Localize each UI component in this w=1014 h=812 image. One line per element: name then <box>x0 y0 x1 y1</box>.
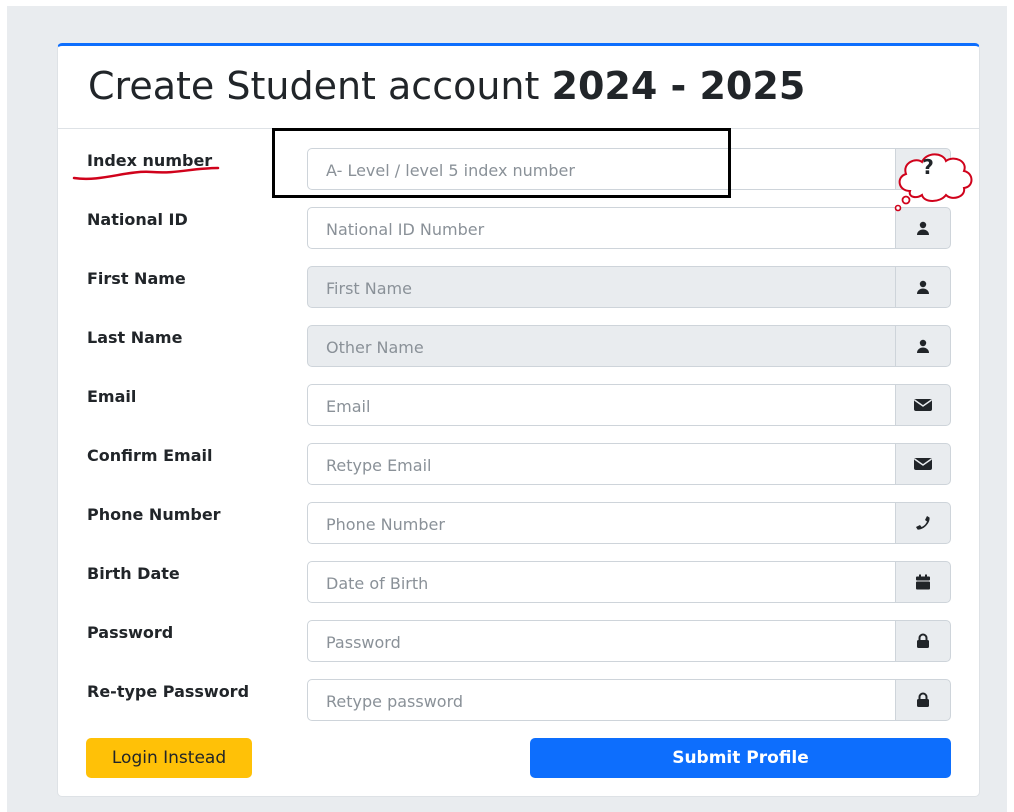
user-icon <box>895 266 951 308</box>
login-instead-button[interactable]: Login Instead <box>86 738 252 778</box>
field-label: Last Name <box>87 328 183 347</box>
field-label: Re-type Password <box>87 682 250 701</box>
lock-icon <box>895 620 951 662</box>
national-id-input[interactable]: National ID Number <box>307 207 896 249</box>
field-label: Password <box>87 623 174 642</box>
field-row-national-id: National ID National ID Number <box>58 207 979 249</box>
retype-password-input[interactable]: Retype password <box>307 679 896 721</box>
lock-icon <box>895 679 951 721</box>
field-label: First Name <box>87 269 186 288</box>
page-title: Create Student account 2024 - 2025 <box>88 64 805 108</box>
phone-number-input[interactable]: Phone Number <box>307 502 896 544</box>
field-row-birth-date: Birth Date Date of Birth <box>58 561 979 603</box>
email-input[interactable]: Email <box>307 384 896 426</box>
phone-icon <box>895 502 951 544</box>
birth-date-input[interactable]: Date of Birth <box>307 561 896 603</box>
title-year: 2024 - 2025 <box>551 64 806 108</box>
field-row-confirm-email: Confirm Email Retype Email <box>58 443 979 485</box>
field-row-last-name: Last Name Other Name <box>58 325 979 367</box>
field-label: Confirm Email <box>87 446 213 465</box>
signup-card: Create Student account 2024 - 2025 Index… <box>57 43 980 797</box>
calendar-icon <box>895 561 951 603</box>
submit-profile-button[interactable]: Submit Profile <box>530 738 951 778</box>
field-label: Phone Number <box>87 505 221 524</box>
field-row-phone-number: Phone Number Phone Number <box>58 502 979 544</box>
field-row-retype-password: Re-type Password Retype password <box>58 679 979 721</box>
first-name-input[interactable]: First Name <box>307 266 896 308</box>
annotation-underline-scribble <box>72 166 220 180</box>
field-row-password: Password Password <box>58 620 979 662</box>
password-input[interactable]: Password <box>307 620 896 662</box>
envelope-icon <box>895 443 951 485</box>
field-row-email: Email Email <box>58 384 979 426</box>
field-label: Email <box>87 387 137 406</box>
last-name-input[interactable]: Other Name <box>307 325 896 367</box>
field-label: Birth Date <box>87 564 180 583</box>
field-row-first-name: First Name First Name <box>58 266 979 308</box>
title-text: Create Student account <box>88 64 540 108</box>
envelope-icon <box>895 384 951 426</box>
field-label: National ID <box>87 210 188 229</box>
question-icon[interactable]: ? <box>913 155 943 179</box>
annotation-highlight-box <box>272 128 731 198</box>
confirm-email-input[interactable]: Retype Email <box>307 443 896 485</box>
card-header: Create Student account 2024 - 2025 <box>58 46 979 129</box>
user-icon <box>895 325 951 367</box>
